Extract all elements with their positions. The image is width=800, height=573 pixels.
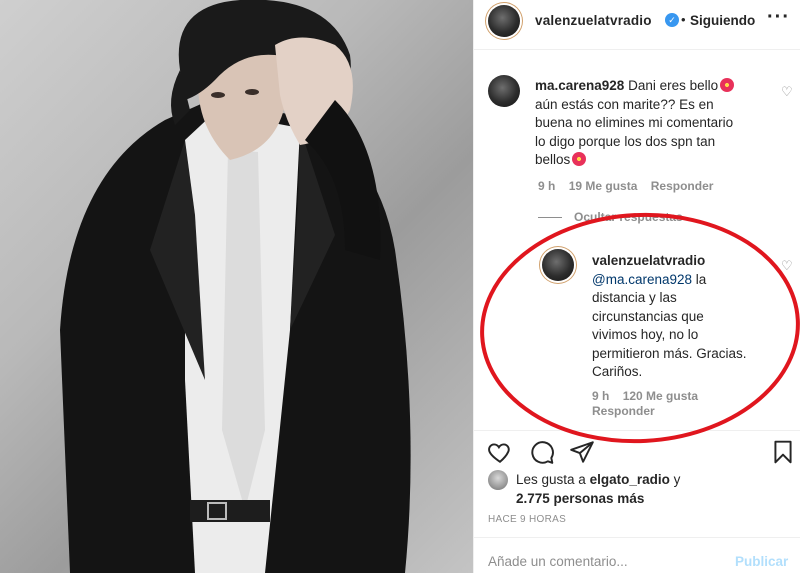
flower-emoji-icon <box>572 152 587 166</box>
likes-prefix: Les gusta a <box>516 472 586 487</box>
likes-count-button[interactable]: 2.775 personas más <box>516 491 644 506</box>
reply-line-6: Cariños. <box>592 364 643 379</box>
comment-line-5: bellos <box>535 152 571 167</box>
reply-line-2: distancia y las <box>592 290 677 305</box>
man-in-suit-illustration <box>60 0 411 573</box>
comment-line-2: aún estás con marite?? Es en <box>535 96 714 112</box>
bookmark-icon[interactable] <box>770 439 796 465</box>
reply-meta: 9 h 120 Me gusta <box>592 389 708 403</box>
liker-username[interactable]: elgato_radio <box>590 472 670 487</box>
reply-like-heart-icon[interactable]: ♡ <box>781 258 793 274</box>
comment-time: 9 h <box>538 179 556 193</box>
flower-emoji-icon <box>720 78 735 92</box>
separator-dot: • <box>681 12 686 27</box>
reply-line-1: la <box>695 271 707 287</box>
author-avatar[interactable] <box>488 5 520 37</box>
liker-avatar[interactable] <box>488 470 508 490</box>
comment-like-heart-icon[interactable]: ♡ <box>781 84 793 100</box>
reply-reply-button[interactable]: Responder <box>592 404 655 418</box>
following-button[interactable]: Siguiendo <box>690 13 755 28</box>
comment-meta: 9 h 19 Me gusta Responder <box>538 179 723 193</box>
reply-time: 9 h <box>592 389 610 403</box>
comment-text: ma.carena928 Dani eres bello aún estás c… <box>535 77 780 170</box>
comment-line-3: buena no elimines mi comentario <box>535 115 734 130</box>
post-photo[interactable] <box>0 0 473 573</box>
post-side-panel: valenzuelatvradio ✓ • Siguiendo ··· ma.c… <box>473 0 800 573</box>
comment-line-1: Dani eres bello <box>628 78 719 93</box>
reply-text: valenzuelatvradio @ma.carena928 la dista… <box>592 252 787 382</box>
commenter-avatar[interactable] <box>488 75 520 107</box>
author-username[interactable]: valenzuelatvradio <box>535 13 652 28</box>
comment-reply-button[interactable]: Responder <box>651 179 714 193</box>
comment-username[interactable]: ma.carena928 <box>535 78 624 93</box>
post-timestamp[interactable]: HACE 9 HORAS <box>488 514 566 525</box>
reply-username[interactable]: valenzuelatvradio <box>592 253 705 268</box>
reply-line-3: circunstancias que <box>592 308 704 324</box>
likes-connector: y <box>673 472 681 487</box>
reply-author-avatar[interactable] <box>542 249 574 281</box>
reply-line-5: permitieron más. Gracias. <box>592 345 747 361</box>
publish-button[interactable]: Publicar <box>735 554 788 569</box>
comment-input[interactable] <box>488 554 708 569</box>
more-icon[interactable]: ··· <box>767 6 790 29</box>
post-header: valenzuelatvradio ✓ • Siguiendo ··· <box>474 0 800 50</box>
post-actions <box>474 430 800 470</box>
hide-replies-button[interactable]: Ocultar respuestas <box>574 210 683 224</box>
likes-summary: Les gusta a elgato_radio y 2.775 persona… <box>516 471 680 508</box>
add-comment-bar: Publicar <box>474 537 800 573</box>
comment-line-4: lo digo porque los dos spn tan <box>535 133 716 149</box>
comment-likes[interactable]: 19 Me gusta <box>569 179 638 193</box>
reply-likes[interactable]: 120 Me gusta <box>623 389 698 403</box>
heart-icon[interactable] <box>487 439 513 465</box>
replies-divider <box>538 217 562 218</box>
share-icon[interactable] <box>569 439 595 465</box>
verified-badge-icon: ✓ <box>665 13 679 27</box>
reply-mention-link[interactable]: @ma.carena928 <box>592 272 692 287</box>
comment-icon[interactable] <box>529 439 555 465</box>
reply-line-4: vivimos hoy, no lo <box>592 327 699 342</box>
